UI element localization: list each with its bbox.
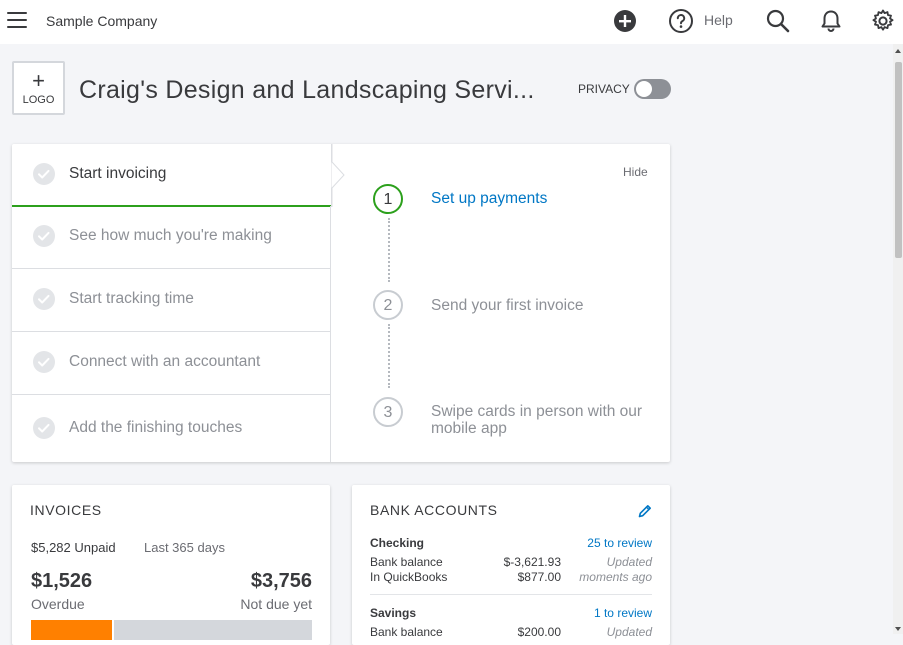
task-start-tracking-time[interactable]: Start tracking time <box>12 269 331 332</box>
invoices-title: INVOICES <box>30 502 102 518</box>
task-label: Start invoicing <box>69 165 167 182</box>
overdue-label: Overdue <box>31 596 85 612</box>
not-due-label: Not due yet <box>240 596 312 612</box>
not-due-amount[interactable]: $3,756 <box>251 570 312 593</box>
bank-balance-label: Bank balance <box>370 625 443 639</box>
page-scrollbar[interactable] <box>893 44 903 634</box>
savings-review-link[interactable]: 1 to review <box>594 606 652 620</box>
step-number-badge: 3 <box>373 397 403 427</box>
privacy-toggle-knob <box>636 81 652 97</box>
checking-review-link[interactable]: 25 to review <box>587 536 652 550</box>
hide-setup-link[interactable]: Hide <box>623 165 648 179</box>
add-icon: + <box>32 68 45 93</box>
task-start-invoicing[interactable]: Start invoicing <box>12 144 331 207</box>
active-task-pointer <box>331 144 345 207</box>
scroll-up-arrow-icon[interactable] <box>893 46 903 56</box>
step-number-badge: 1 <box>373 184 403 214</box>
business-name: Craig's Design and Landscaping Servi... <box>79 76 535 104</box>
help-icon[interactable] <box>668 8 694 34</box>
checking-bank-balance: $-3,621.93 <box>503 555 561 569</box>
task-label: Connect with an accountant <box>69 353 261 370</box>
task-label: See how much you're making <box>69 227 272 244</box>
checkmark-circle-icon <box>33 351 55 373</box>
overdue-amount[interactable]: $1,526 <box>31 570 92 593</box>
add-logo-button[interactable]: + LOGO <box>12 61 65 115</box>
menu-icon[interactable] <box>7 12 27 30</box>
account-name-savings[interactable]: Savings <box>370 606 416 620</box>
savings-bank-balance: $200.00 <box>517 625 561 639</box>
company-name[interactable]: Sample Company <box>46 13 157 29</box>
checking-updated: Updated <box>606 555 652 569</box>
in-quickbooks-label: In QuickBooks <box>370 570 448 584</box>
task-see-how-much[interactable]: See how much you're making <box>12 206 331 269</box>
privacy-toggle[interactable] <box>634 79 671 99</box>
savings-updated: Updated <box>606 625 652 639</box>
account-name-checking[interactable]: Checking <box>370 536 424 550</box>
bank-accounts-title: BANK ACCOUNTS <box>370 502 498 518</box>
task-label: Start tracking time <box>69 290 194 307</box>
account-divider <box>370 594 652 595</box>
bank-accounts-card: BANK ACCOUNTS Checking 25 to review Bank… <box>352 485 670 645</box>
not-due-bar[interactable] <box>114 620 312 640</box>
step-send-first-invoice[interactable]: Send your first invoice <box>431 297 646 314</box>
checkmark-circle-icon <box>33 163 55 185</box>
task-label: Add the finishing touches <box>69 419 243 436</box>
top-bar: Sample Company Help <box>0 0 903 44</box>
logo-label: LOGO <box>22 94 55 106</box>
privacy-label: PRIVACY <box>578 82 630 96</box>
step-connector <box>388 218 390 282</box>
checkmark-circle-icon <box>33 417 55 439</box>
invoices-card: INVOICES $5,282 Unpaid Last 365 days $1,… <box>12 485 330 645</box>
settings-gear-icon[interactable] <box>870 8 896 34</box>
checkmark-circle-icon <box>33 225 55 247</box>
edit-pencil-icon[interactable] <box>637 503 653 519</box>
create-plus-icon[interactable] <box>612 8 638 34</box>
scroll-down-arrow-icon[interactable] <box>893 624 903 634</box>
invoices-period[interactable]: Last 365 days <box>144 540 225 555</box>
bank-balance-label: Bank balance <box>370 555 443 569</box>
setup-guide-card: Start invoicing See how much you're maki… <box>12 144 670 462</box>
invoices-unpaid-total[interactable]: $5,282 Unpaid <box>31 540 116 555</box>
task-connect-accountant[interactable]: Connect with an accountant <box>12 332 331 395</box>
checking-updated-time: moments ago <box>579 570 652 584</box>
checking-qb-balance: $877.00 <box>517 570 561 584</box>
step-connector <box>388 324 390 388</box>
task-finishing-touches[interactable]: Add the finishing touches <box>12 395 331 462</box>
checkmark-circle-icon <box>33 288 55 310</box>
step-number-badge: 2 <box>373 290 403 320</box>
help-label[interactable]: Help <box>704 12 733 28</box>
notifications-bell-icon[interactable] <box>818 8 844 34</box>
scrollbar-thumb[interactable] <box>895 62 902 258</box>
step-set-up-payments-link[interactable]: Set up payments <box>431 190 646 207</box>
overdue-bar[interactable] <box>31 620 112 640</box>
search-icon[interactable] <box>765 8 791 34</box>
step-swipe-cards[interactable]: Swipe cards in person with our mobile ap… <box>431 403 646 437</box>
